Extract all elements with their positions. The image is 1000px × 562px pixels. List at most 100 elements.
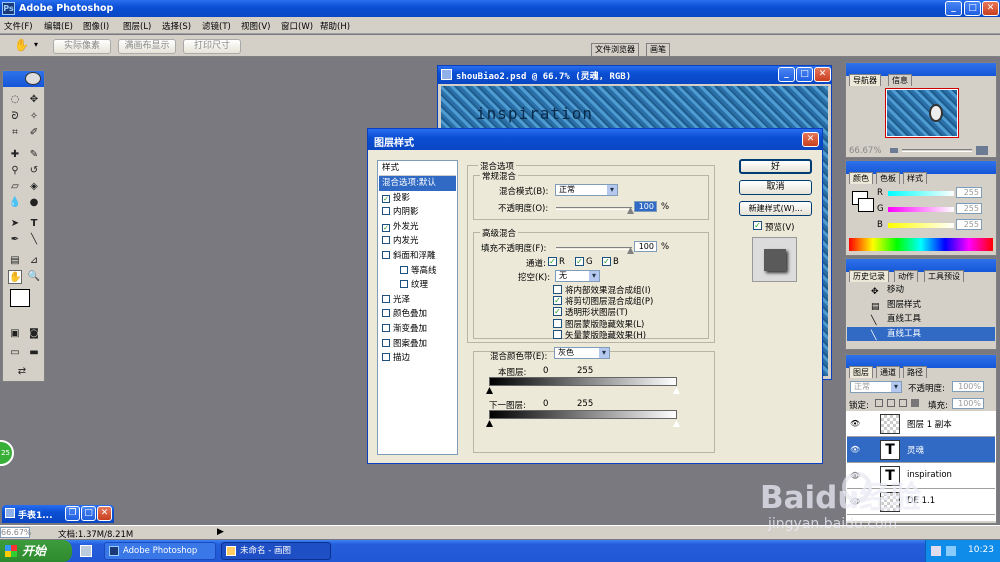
- layer-row[interactable]: 👁 图层 1 副本: [847, 411, 995, 437]
- style-item[interactable]: 斜面和浮雕: [379, 249, 456, 264]
- restore-icon[interactable]: ❐: [65, 506, 80, 521]
- close-icon[interactable]: ✕: [982, 1, 999, 16]
- lock-image-icon[interactable]: [887, 399, 895, 407]
- maximize-icon[interactable]: □: [81, 506, 96, 521]
- tab-file-browser[interactable]: 文件浏览器: [591, 43, 639, 56]
- opacity-slider[interactable]: [556, 207, 632, 210]
- tab-styles[interactable]: 样式: [903, 172, 927, 184]
- tab-swatches[interactable]: 色板: [876, 172, 900, 184]
- channel-g-checkbox[interactable]: ✓: [575, 257, 584, 266]
- style-item[interactable]: 光泽: [379, 293, 456, 308]
- floating-badge[interactable]: 25: [0, 440, 14, 466]
- move-tool-icon[interactable]: ✥: [27, 93, 41, 107]
- menu-edit[interactable]: 编辑(E): [44, 20, 73, 32]
- zoom-tool-icon[interactable]: 🔍: [27, 270, 41, 284]
- style-item[interactable]: ✓ 投影: [379, 191, 456, 206]
- color-r-slider[interactable]: [888, 191, 954, 196]
- menu-image[interactable]: 图像(I): [83, 20, 109, 32]
- color-bg-swatch[interactable]: [858, 198, 874, 212]
- actual-pixels-button[interactable]: 实际像素: [53, 39, 111, 54]
- lock-transparency-icon[interactable]: [875, 399, 883, 407]
- style-item[interactable]: 图案叠加: [379, 337, 456, 352]
- style-checkbox[interactable]: [382, 324, 390, 332]
- cancel-button[interactable]: 取消: [739, 180, 812, 195]
- screen-mode-full-icon[interactable]: ▬: [27, 346, 41, 360]
- layer-fill-input[interactable]: 100%: [952, 398, 984, 409]
- history-item[interactable]: ▤ 图层样式: [847, 298, 995, 312]
- maximize-icon[interactable]: □: [964, 1, 981, 16]
- screen-mode-icon[interactable]: ▭: [8, 346, 22, 360]
- style-checkbox[interactable]: [382, 294, 390, 303]
- color-b-slider[interactable]: [888, 223, 954, 228]
- layer-row[interactable]: 👁 Tinspiration: [847, 463, 995, 489]
- crop-tool-icon[interactable]: ⌗: [8, 126, 22, 140]
- clock[interactable]: 10:23: [968, 545, 994, 555]
- blend-option-checkbox[interactable]: [553, 318, 562, 328]
- status-zoom[interactable]: 66.67%: [0, 527, 32, 538]
- style-checkbox[interactable]: [382, 309, 390, 318]
- layer-visibility-eye-icon[interactable]: 👁: [850, 497, 860, 506]
- dialog-close-icon[interactable]: ✕: [802, 132, 819, 147]
- eraser-tool-icon[interactable]: ▱: [8, 180, 22, 194]
- chevron-down-icon[interactable]: ▾: [34, 40, 38, 49]
- minimized-doc-window[interactable]: 手表1... ❐ □ ✕: [2, 505, 114, 523]
- new-style-button[interactable]: 新建样式(W)...: [739, 201, 812, 216]
- preview-checkbox[interactable]: ✓: [753, 221, 762, 230]
- style-checkbox[interactable]: [400, 280, 408, 289]
- bucket-tool-icon[interactable]: ◈: [27, 180, 41, 194]
- history-brush-icon[interactable]: ↺: [27, 164, 41, 178]
- menu-view[interactable]: 视图(V): [241, 20, 270, 32]
- hand-tool-icon[interactable]: ✋: [14, 38, 29, 52]
- lock-all-icon[interactable]: [911, 399, 919, 407]
- doc-minimize-icon[interactable]: _: [778, 67, 795, 82]
- channel-r-checkbox[interactable]: ✓: [548, 257, 557, 266]
- foreground-color-swatch[interactable]: [10, 289, 30, 307]
- style-checkbox[interactable]: [382, 338, 390, 347]
- quick-mask-off-icon[interactable]: ▣: [8, 327, 22, 341]
- navigator-thumbnail[interactable]: [885, 88, 959, 138]
- style-checkbox[interactable]: ✓: [382, 223, 390, 232]
- start-button[interactable]: 开始: [0, 540, 72, 562]
- navigator-zoom[interactable]: 66.67%: [849, 146, 881, 156]
- style-item[interactable]: 内阴影: [379, 205, 456, 220]
- style-item[interactable]: 纹理: [379, 278, 456, 293]
- menu-file[interactable]: 文件(F): [4, 20, 33, 32]
- style-item[interactable]: 颜色叠加: [379, 307, 456, 322]
- style-checkbox[interactable]: [382, 207, 390, 216]
- print-size-button[interactable]: 打印尺寸: [183, 39, 241, 54]
- dodge-tool-icon[interactable]: ●: [27, 196, 41, 210]
- layer-visibility-eye-icon[interactable]: 👁: [850, 471, 860, 480]
- eyedropper-icon[interactable]: ⊿: [27, 254, 41, 268]
- hand-tool-icon[interactable]: ✋: [8, 270, 22, 284]
- style-checkbox[interactable]: [382, 251, 390, 259]
- blend-mode-select[interactable]: 正常: [555, 184, 618, 196]
- zoom-out-icon[interactable]: [890, 148, 898, 153]
- blend-option-checkbox[interactable]: [553, 329, 562, 339]
- blur-tool-icon[interactable]: 💧: [8, 196, 22, 210]
- layer-visibility-eye-icon[interactable]: 👁: [850, 445, 860, 454]
- menu-layer[interactable]: 图层(L): [123, 20, 151, 32]
- magic-wand-icon[interactable]: ✧: [27, 110, 41, 124]
- tab-color[interactable]: 颜色: [849, 172, 873, 184]
- style-checkbox[interactable]: ✓: [382, 194, 390, 203]
- quicklaunch-icon[interactable]: [80, 545, 92, 557]
- marquee-tool-icon[interactable]: ◌: [8, 93, 22, 107]
- zoom-in-icon[interactable]: [976, 146, 988, 155]
- color-b-input[interactable]: 255: [956, 219, 982, 230]
- minimize-icon[interactable]: _: [945, 1, 962, 16]
- blend-option-checkbox[interactable]: [553, 285, 562, 294]
- style-item[interactable]: 等高线: [379, 264, 456, 279]
- history-item[interactable]: ╲ 直线工具: [847, 326, 995, 341]
- notes-tool-icon[interactable]: ▤: [8, 254, 22, 268]
- style-checkbox[interactable]: [400, 265, 408, 274]
- layer-visibility-eye-icon[interactable]: 👁: [850, 419, 860, 428]
- tab-brushes[interactable]: 画笔: [646, 43, 670, 56]
- close-icon[interactable]: ✕: [97, 506, 112, 521]
- layer-blend-mode-select[interactable]: 正常: [850, 381, 902, 393]
- doc-close-icon[interactable]: ✕: [814, 67, 831, 82]
- history-item[interactable]: ✥ 移动: [847, 283, 995, 297]
- menu-help[interactable]: 帮助(H): [320, 20, 350, 32]
- pen-tool-icon[interactable]: ✒: [8, 233, 22, 247]
- slice-tool-icon[interactable]: ✐: [27, 126, 41, 140]
- style-item[interactable]: 内发光: [379, 234, 456, 249]
